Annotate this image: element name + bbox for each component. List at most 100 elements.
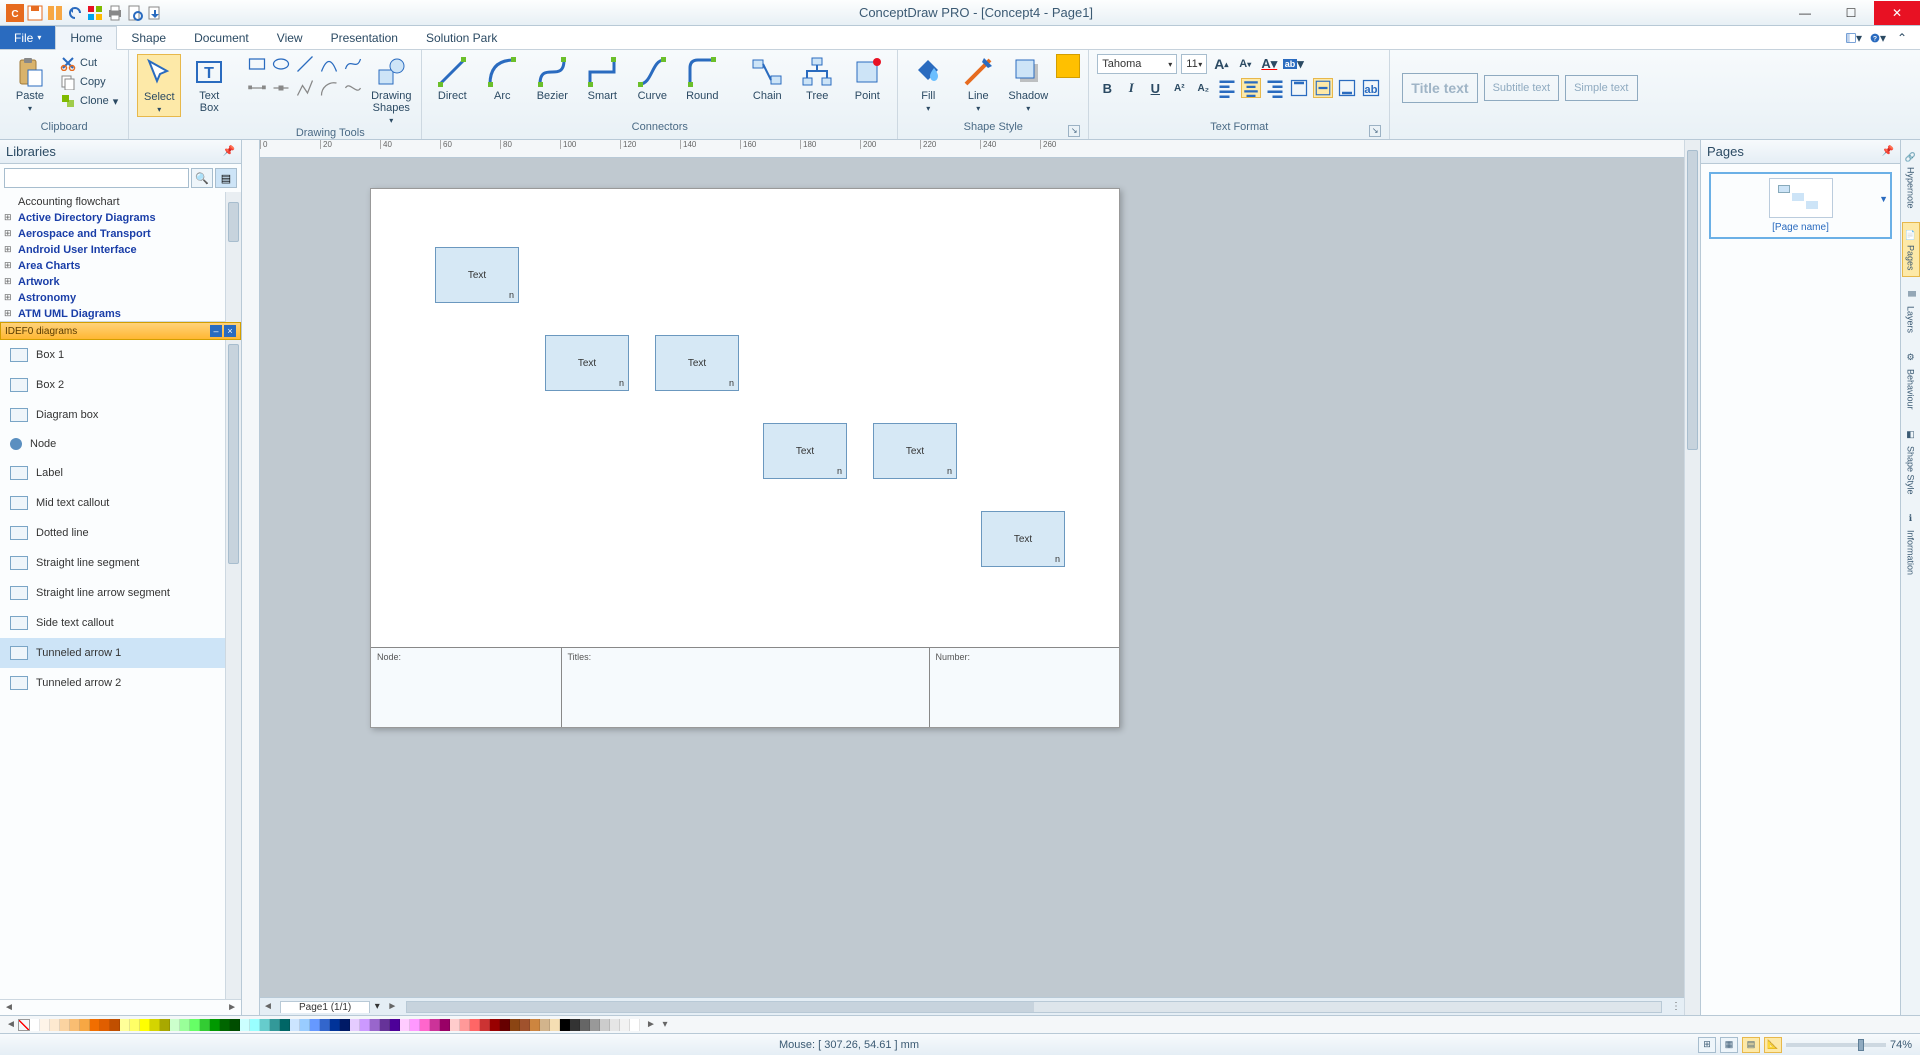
zoom-slider[interactable] [1786,1043,1886,1047]
color-swatch[interactable] [40,1019,50,1031]
library-section-header[interactable]: IDEF0 diagrams–× [0,322,241,340]
color-swatch[interactable] [170,1019,180,1031]
collapse-ribbon-icon[interactable]: ⌃ [1894,30,1910,46]
color-swatch[interactable] [260,1019,270,1031]
shape-item[interactable]: Mid text callout [0,488,225,518]
edit-points-icon[interactable] [247,78,267,98]
page-thumbnail[interactable]: ▼ [Page name] [1709,172,1892,239]
color-swatch[interactable] [30,1019,40,1031]
tab-document[interactable]: Document [180,26,263,49]
tree-item[interactable]: Active Directory Diagrams [18,210,219,226]
color-swatch[interactable] [570,1019,580,1031]
library-icon[interactable] [46,4,64,22]
polyline-icon[interactable] [295,78,315,98]
color-swatch[interactable] [190,1019,200,1031]
tree-item[interactable]: Astronomy [18,290,219,306]
vtab-pages[interactable]: 📄Pages [1902,222,1920,278]
color-swatch[interactable] [310,1019,320,1031]
color-swatch[interactable] [200,1019,210,1031]
colorbar-prev-icon[interactable]: ◄ [4,1019,18,1030]
minimize-button[interactable]: — [1782,1,1828,25]
italic-button[interactable]: I [1121,78,1141,98]
window-layout-icon[interactable]: ▾ [1846,30,1862,46]
tree-item[interactable]: Aerospace and Transport [18,226,219,242]
no-color-swatch[interactable] [18,1019,30,1031]
library-search-input[interactable] [4,168,189,188]
color-swatch[interactable] [560,1019,570,1031]
color-swatch[interactable] [130,1019,140,1031]
cut-button[interactable]: Cut [58,54,120,72]
color-swatch[interactable] [400,1019,410,1031]
clone-button[interactable]: Clone ▾ [58,92,120,110]
shape-item[interactable]: Side text callout [0,608,225,638]
color-swatch[interactable] [270,1019,280,1031]
point-button[interactable]: Point [845,54,889,104]
line-button[interactable]: Line▾ [956,54,1000,115]
library-view-icon[interactable]: ▤ [215,168,237,188]
color-swatch[interactable] [630,1019,640,1031]
shape-item[interactable]: Box 2 [0,370,225,400]
spline-tool-icon[interactable] [343,54,363,74]
color-swatch[interactable] [340,1019,350,1031]
shapes-scrollbar[interactable] [225,340,241,999]
shape-item[interactable]: Tunneled arrow 1 [0,638,225,668]
shape-item[interactable]: Dotted line [0,518,225,548]
canvas-background[interactable]: Node: Titles: Number: TextnTextnTextnTex… [260,158,1684,997]
font-color-icon[interactable]: A▾ [1259,54,1279,74]
color-swatch[interactable] [210,1019,220,1031]
color-swatch[interactable] [110,1019,120,1031]
page-prev-icon[interactable]: ◄ [260,1001,276,1012]
tree-item[interactable]: Accounting flowchart [18,194,219,210]
freeform-icon[interactable] [343,78,363,98]
color-swatch[interactable] [300,1019,310,1031]
color-swatch[interactable] [520,1019,530,1031]
ellipse-tool-icon[interactable] [271,54,291,74]
page-tab[interactable]: Page1 (1/1) [280,1001,370,1013]
font-combo[interactable]: Tahoma▾ [1097,54,1177,74]
file-tab[interactable]: File▾ [0,26,55,49]
tab-shape[interactable]: Shape [117,26,180,49]
shape-item[interactable]: Label [0,458,225,488]
tab-home[interactable]: Home [55,26,117,50]
search-icon[interactable]: 🔍 [191,168,213,188]
color-swatch[interactable] [230,1019,240,1031]
connector-direct-button[interactable]: Direct [430,54,474,104]
tree-scrollbar[interactable] [225,192,241,322]
color-swatch[interactable] [610,1019,620,1031]
connector-curve-button[interactable]: Curve [630,54,674,104]
vtab-behaviour[interactable]: ⚙Behaviour [1902,346,1920,417]
rect-tool-icon[interactable] [247,54,267,74]
shadow-button[interactable]: Shadow▾ [1006,54,1050,115]
canvas-vscroll[interactable] [1684,140,1700,1015]
align-left-icon[interactable] [1217,78,1237,98]
colorbar-menu-icon[interactable]: ▾ [658,1019,672,1030]
color-swatch[interactable] [290,1019,300,1031]
color-swatch[interactable] [590,1019,600,1031]
vtab-shape-style[interactable]: ◧Shape Style [1902,423,1920,502]
color-swatch[interactable] [370,1019,380,1031]
subscript-button[interactable]: A₂ [1193,78,1213,98]
tree-item[interactable]: Area Charts [18,258,219,274]
color-swatch[interactable] [420,1019,430,1031]
close-button[interactable]: ✕ [1874,1,1920,25]
library-hscroll[interactable]: ◄► [0,999,241,1015]
color-swatch[interactable] [550,1019,560,1031]
connector-arc-button[interactable]: Arc [480,54,524,104]
maximize-button[interactable]: ☐ [1828,1,1874,25]
shape-item[interactable]: Straight line arrow segment [0,578,225,608]
paste-button[interactable]: Paste▾ [8,54,52,115]
idef-box[interactable]: Textn [981,511,1065,567]
color-swatch[interactable] [140,1019,150,1031]
color-swatch[interactable] [90,1019,100,1031]
align-middle-icon[interactable] [1313,78,1333,98]
color-swatch[interactable] [280,1019,290,1031]
apps-icon[interactable] [86,4,104,22]
color-swatch[interactable] [240,1019,250,1031]
undo-icon[interactable] [66,4,84,22]
vtab-information[interactable]: ℹInformation [1902,507,1920,582]
thumbnail-menu-icon[interactable]: ▼ [1879,194,1888,204]
color-swatch[interactable] [50,1019,60,1031]
copy-button[interactable]: Copy [58,73,120,91]
colorbar-next-icon[interactable]: ► [644,1019,658,1030]
highlight-icon[interactable]: ab▾ [1283,54,1303,74]
